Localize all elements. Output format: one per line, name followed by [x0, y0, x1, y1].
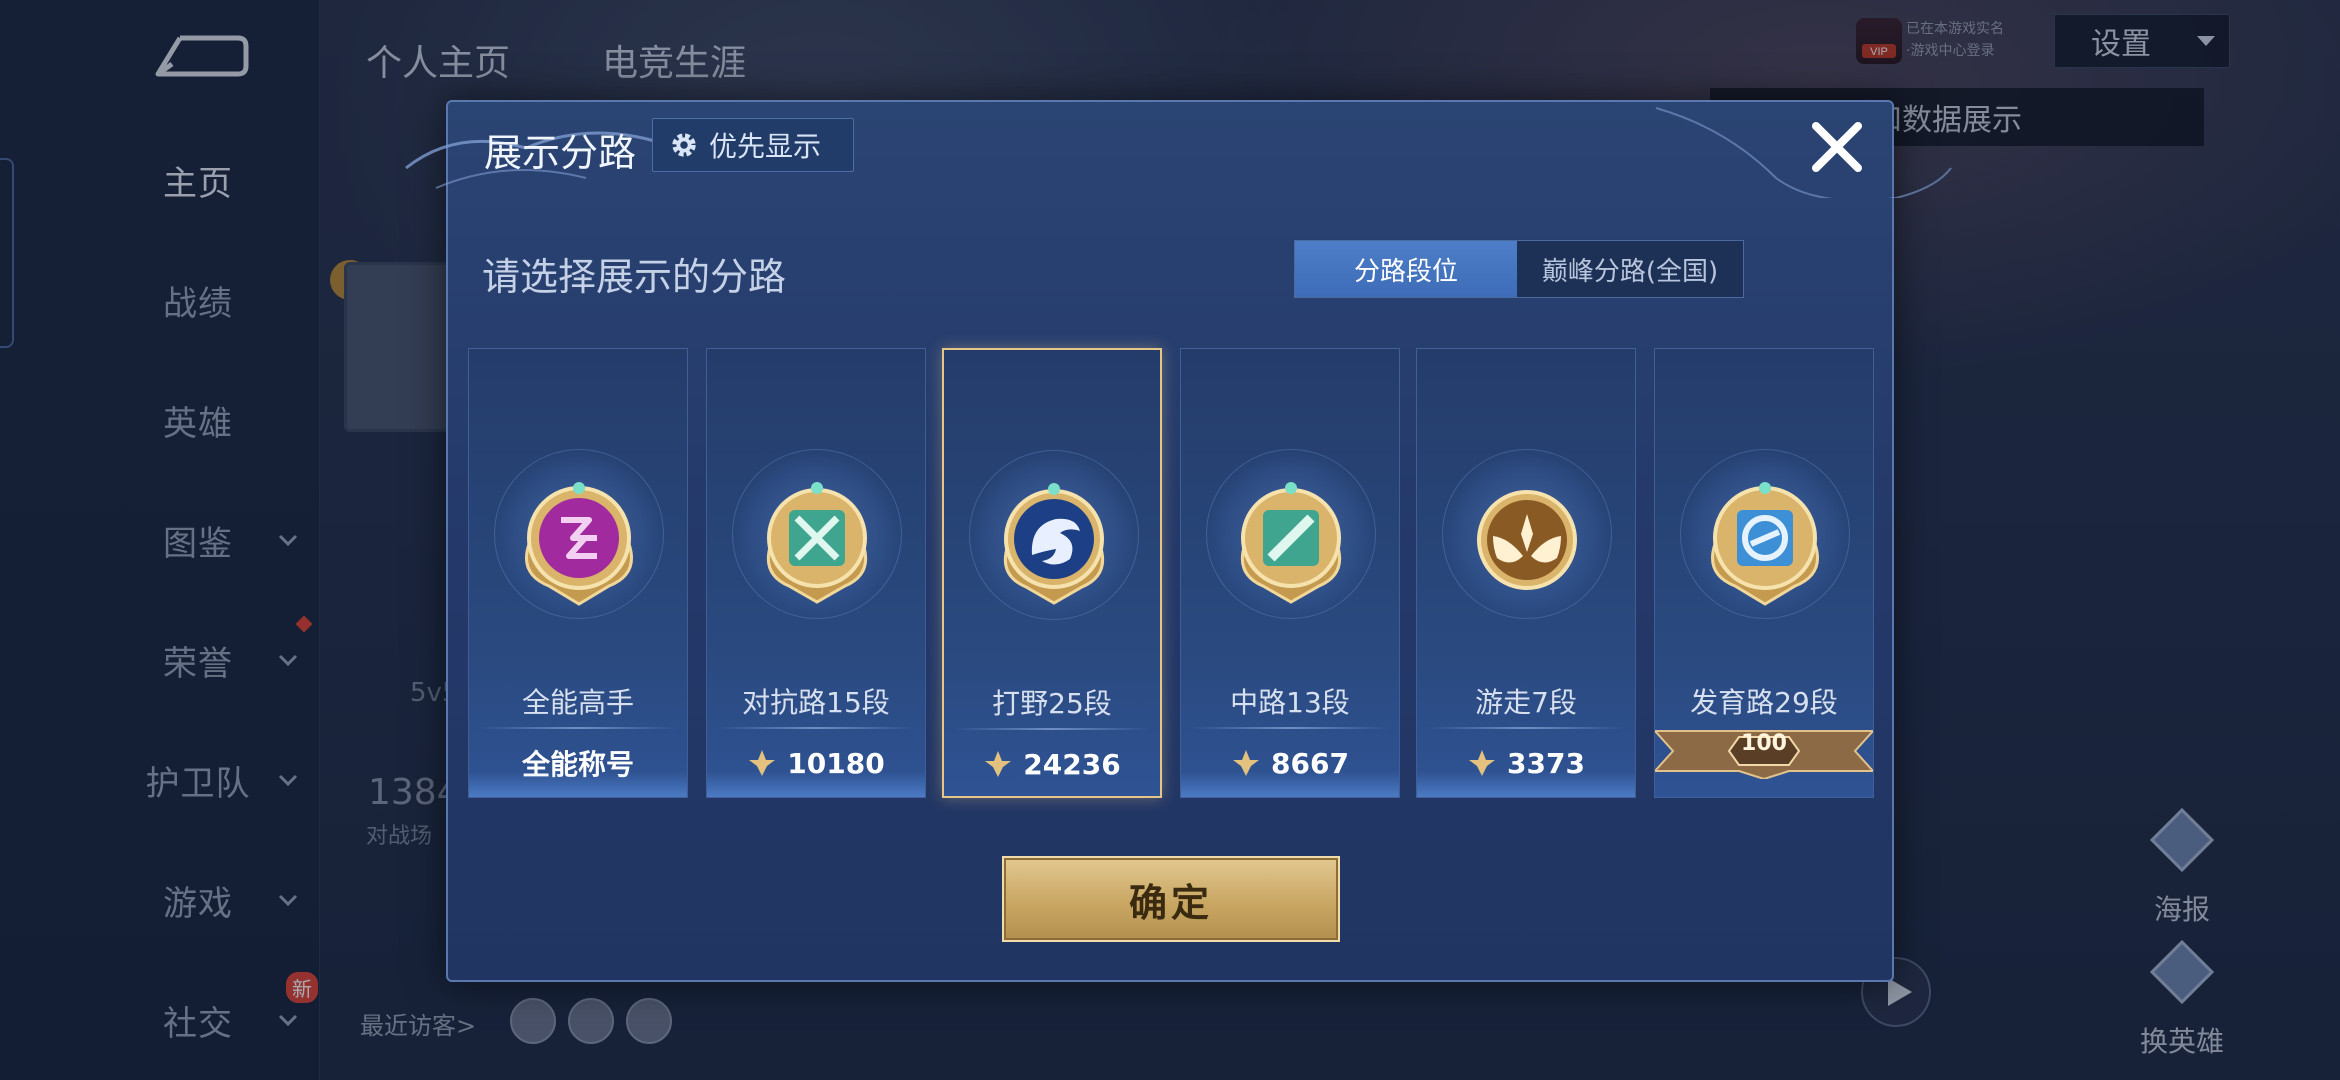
lane-mode-toggle: 分路段位 巅峰分路(全国): [1294, 240, 1744, 298]
allround-emblem-icon: [525, 482, 633, 606]
lane-card-farm[interactable]: 发育路29段 100: [1654, 348, 1874, 798]
card-divider: [479, 727, 677, 729]
card-divider: [1191, 727, 1389, 729]
lane-name: 发育路29段: [1690, 686, 1838, 719]
gear-icon: [672, 133, 696, 157]
roam-wings-emblem-icon: [1477, 490, 1577, 590]
card-divider: [717, 727, 915, 729]
priority-display-button[interactable]: 优先显示: [652, 118, 854, 172]
dialog-title: 展示分路: [484, 131, 637, 175]
card-glow: [707, 771, 925, 797]
score-value: 24236: [1023, 747, 1121, 781]
priority-display-label: 优先显示: [709, 130, 822, 163]
lane-name: 中路13段: [1230, 686, 1350, 719]
lane-card-mid[interactable]: 中路13段 8667: [1180, 348, 1400, 798]
power-flame-icon: [985, 751, 1012, 777]
close-icon[interactable]: [1806, 116, 1868, 178]
card-glow: [469, 771, 687, 797]
clash-lane-emblem-icon: [766, 482, 868, 604]
lane-card-list: 全能高手 全能称号 对抗路15段 10180 打野25段 24236 中路13段…: [468, 348, 1880, 800]
jungle-dragon-emblem-icon: [1003, 483, 1105, 605]
lane-name: 对抗路15段: [742, 686, 890, 719]
lane-name: 打野25段: [992, 687, 1112, 720]
lane-display-dialog: 展示分路 优先显示 请选择展示的分路 分路段位 巅峰分路(全国) 全能高手 全能…: [405, 100, 1952, 982]
lane-card-clash[interactable]: 对抗路15段 10180: [706, 348, 926, 798]
peak-stars-value: 100: [1741, 731, 1787, 756]
lane-score: 24236: [944, 744, 1160, 784]
mid-lane-emblem-icon: [1240, 482, 1342, 604]
farm-lane-emblem-icon: [1711, 482, 1819, 606]
lane-card-roam[interactable]: 游走7段 3373: [1416, 348, 1636, 798]
tab-peak-lane[interactable]: 巅峰分路(全国): [1517, 241, 1743, 297]
card-glow: [1181, 771, 1399, 797]
select-lane-prompt: 请选择展示的分路: [482, 255, 787, 299]
card-divider: [954, 728, 1150, 730]
card-divider: [1427, 727, 1625, 729]
lane-card-jungle[interactable]: 打野25段 24236: [942, 348, 1162, 798]
confirm-button[interactable]: 确定: [1002, 856, 1340, 942]
lane-name: 全能高手: [521, 686, 634, 719]
tab-lane-rank[interactable]: 分路段位: [1295, 241, 1517, 297]
card-glow: [1417, 771, 1635, 797]
lane-card-allround[interactable]: 全能高手 全能称号: [468, 348, 688, 798]
lane-name: 游走7段: [1475, 686, 1577, 719]
confirm-label: 确定: [1128, 880, 1213, 925]
